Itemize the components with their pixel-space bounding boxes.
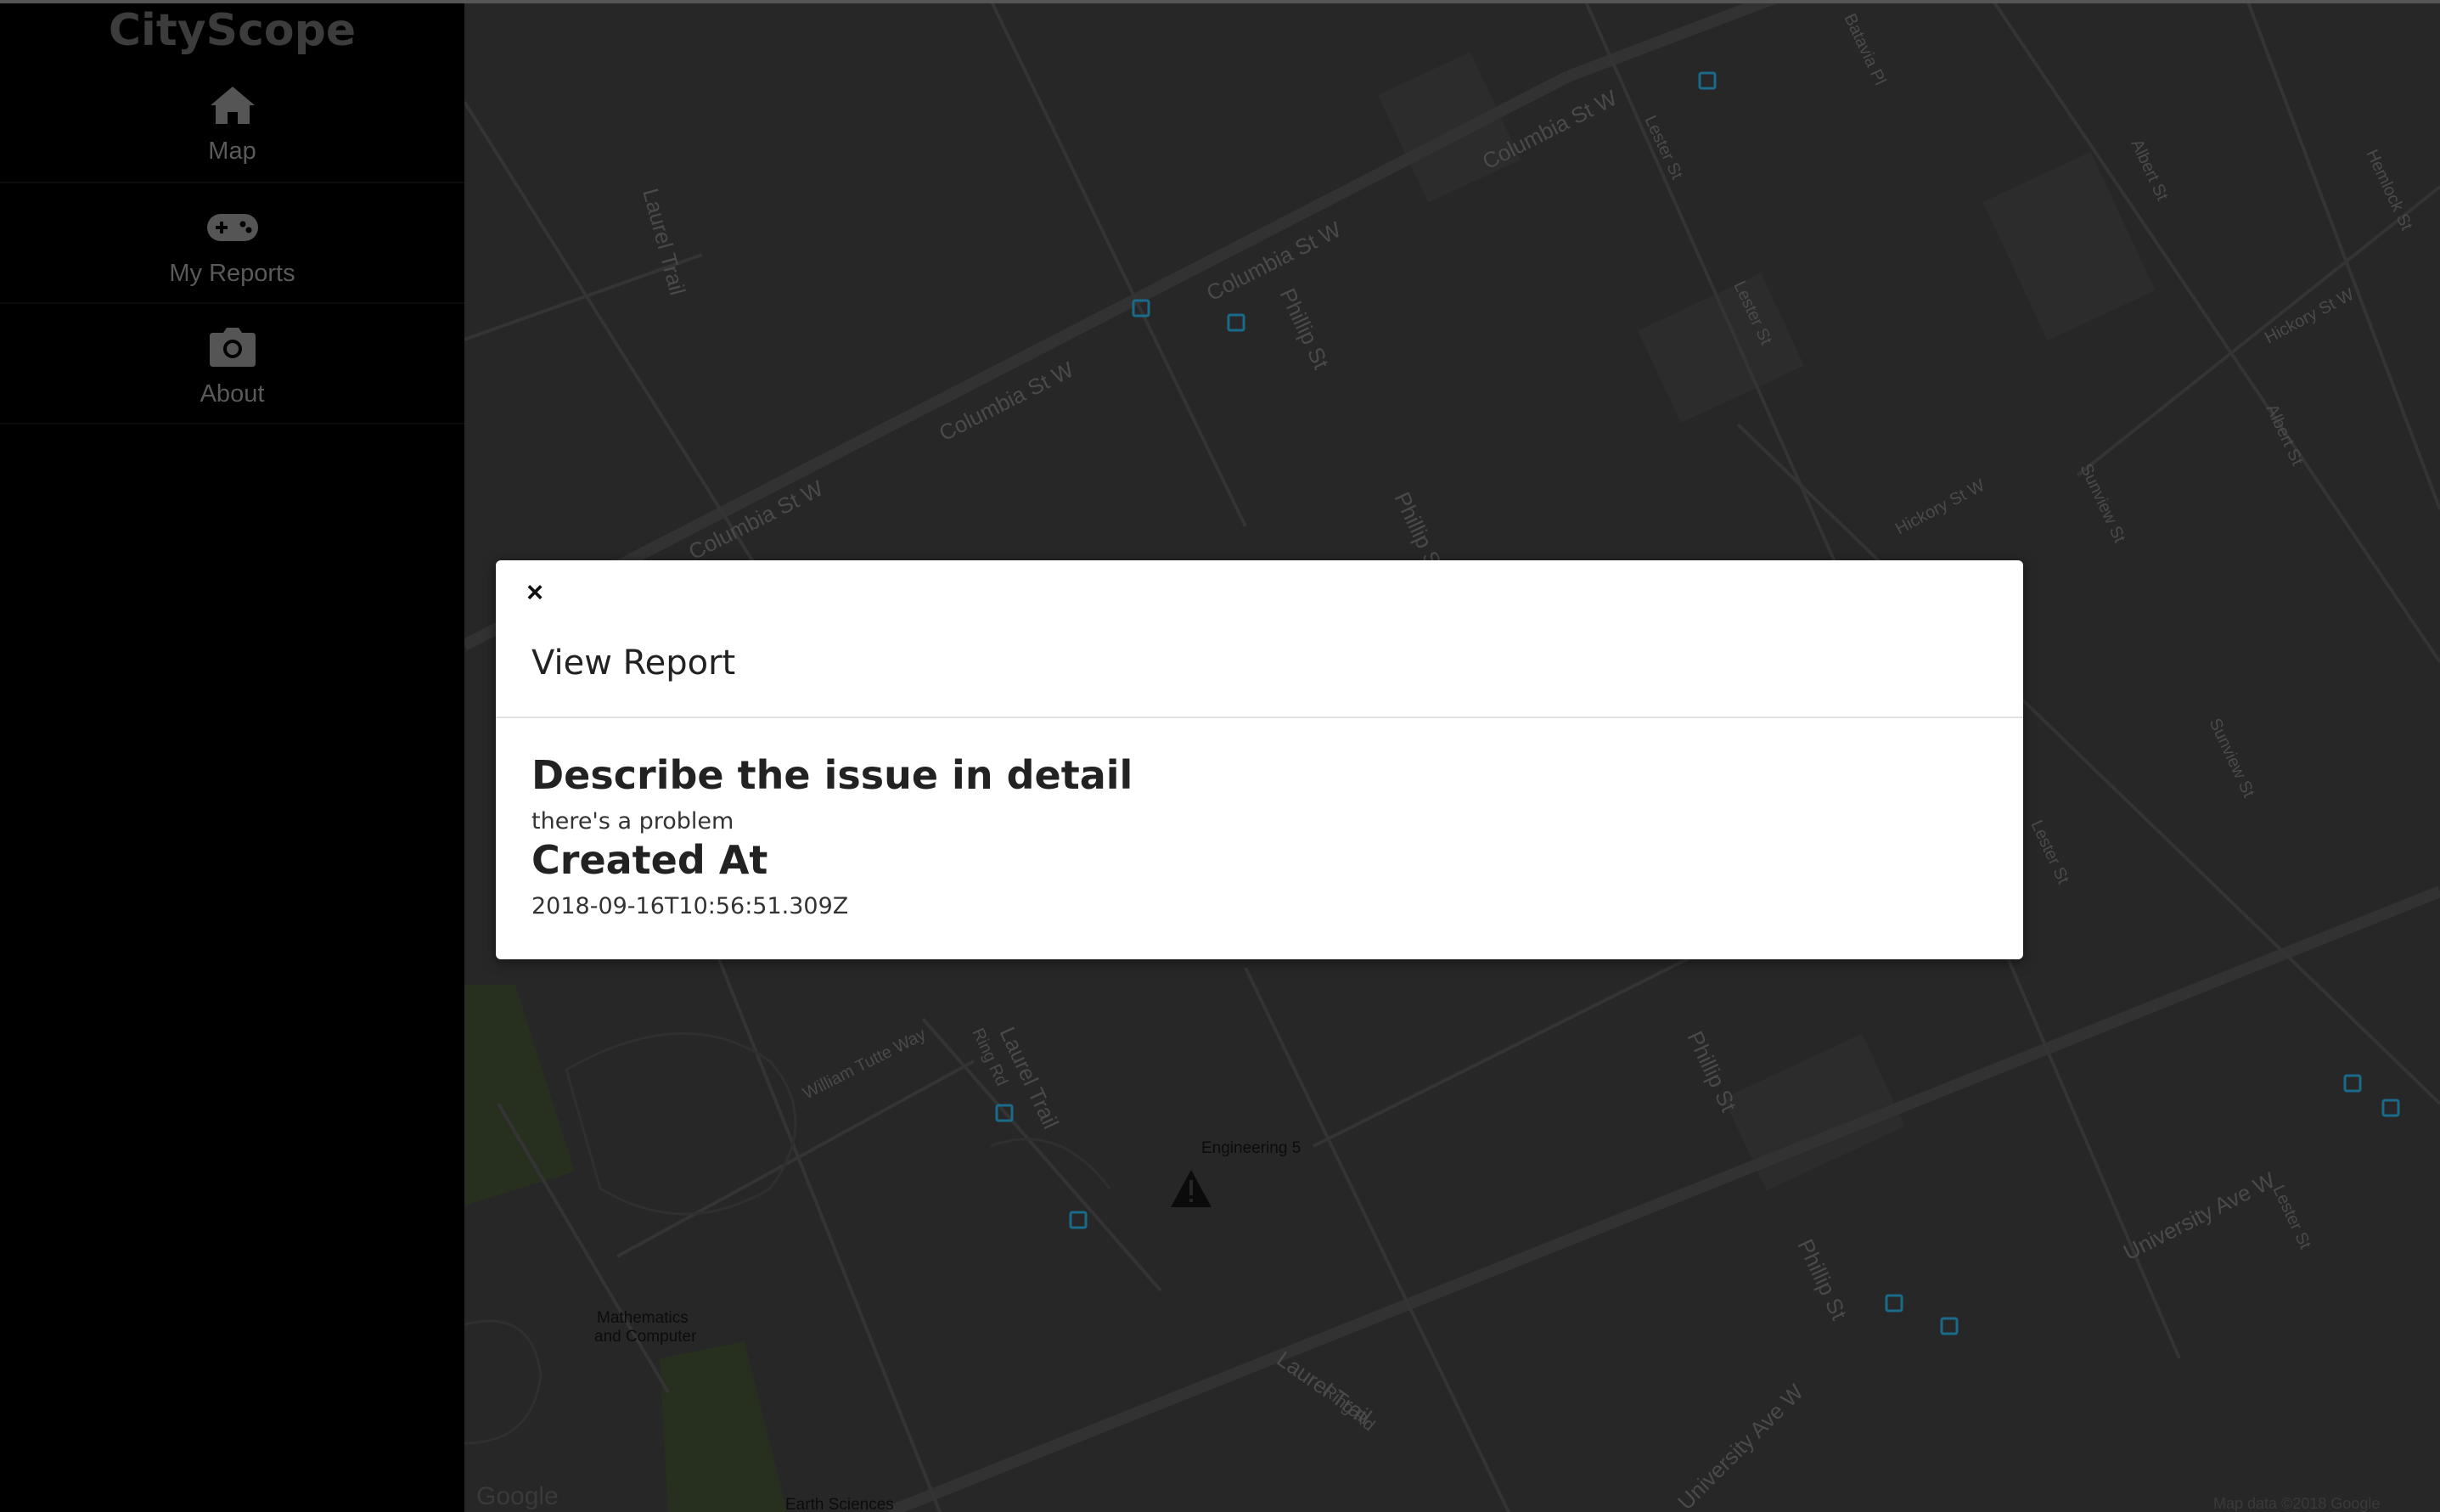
warning-triangle-icon[interactable] xyxy=(1171,1170,1212,1207)
poi-earth-sciences: Earth Sciences xyxy=(785,1496,894,1512)
camera-icon xyxy=(0,328,464,379)
street-label: Laurel Trail xyxy=(638,186,690,298)
sidebar-item-label: Map xyxy=(208,138,256,165)
street-label: Phillip St xyxy=(1275,284,1335,374)
gamepad-icon xyxy=(0,212,464,263)
street-label: Phillip St xyxy=(1793,1235,1852,1324)
poi-mathematics: Mathematics xyxy=(597,1309,689,1327)
sidebar-item-label: My Reports xyxy=(169,260,295,287)
street-label: University Ave W xyxy=(2119,1166,2280,1265)
sidebar-item-map[interactable]: Map xyxy=(0,61,464,183)
street-label: Phillip St xyxy=(1683,1027,1742,1116)
street-label: William Tutte Way xyxy=(800,1026,929,1104)
poi-engineering-5: Engineering 5 xyxy=(1201,1139,1301,1157)
created-at-value: 2018-09-16T10:56:51.309Z xyxy=(531,893,849,919)
home-icon xyxy=(0,85,464,136)
map-attribution: Map data ©2018 Google xyxy=(2213,1495,2380,1512)
sidebar-item-about[interactable]: About xyxy=(0,302,464,424)
close-button[interactable]: × xyxy=(518,576,552,610)
street-label: Batavia Pl xyxy=(1840,11,1889,88)
modal-title: View Report xyxy=(531,644,736,683)
sidebar-item-label: About xyxy=(200,380,265,408)
top-border xyxy=(0,0,2440,3)
sidebar: CityScope Map My Reports About xyxy=(0,0,464,1512)
street-label: Sunview St xyxy=(2205,716,2257,801)
description-heading: Describe the issue in detail xyxy=(531,752,1133,798)
google-logo: Google xyxy=(476,1482,559,1510)
street-label: Lester St xyxy=(2027,818,2072,887)
created-at-heading: Created At xyxy=(531,837,768,883)
poi-mathematics-2: and Computer xyxy=(594,1328,697,1346)
brand-title: CityScope xyxy=(108,5,357,56)
sidebar-item-my-reports[interactable]: My Reports xyxy=(0,182,464,304)
street-label: Albert St xyxy=(2127,137,2172,204)
description-value: there's a problem xyxy=(531,808,734,835)
view-report-modal: × View Report Describe the issue in deta… xyxy=(496,560,2023,959)
street-label: Sunview St xyxy=(2076,461,2128,546)
street-label: Lester St xyxy=(1640,113,1686,183)
street-label: Lester St xyxy=(2269,1183,2314,1252)
street-label: Hickory St W xyxy=(1892,476,1987,539)
modal-divider xyxy=(496,717,2023,718)
street-label: Hemlock St xyxy=(2362,147,2415,233)
street-label: University Ave W xyxy=(1673,1379,1808,1512)
street-label: Albert St xyxy=(2262,402,2307,469)
